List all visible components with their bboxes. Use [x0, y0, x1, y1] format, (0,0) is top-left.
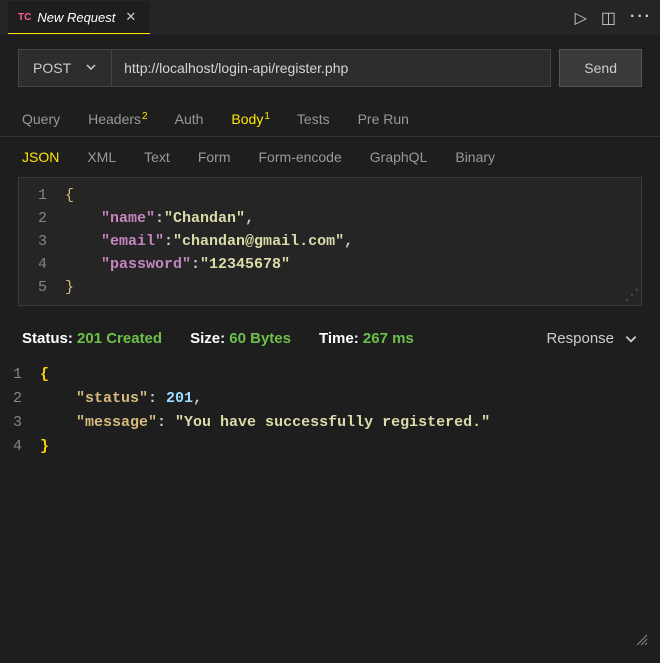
method-value: POST [33, 60, 71, 76]
tab-prerun[interactable]: Pre Run [358, 111, 409, 127]
tab-body[interactable]: Body1 [231, 111, 268, 127]
tab-bar: TC New Request ✕ ▷ ◫ ··· [0, 0, 660, 35]
split-icon[interactable]: ◫ [601, 8, 616, 28]
request-tabs: Query Headers2 Auth Body1 Tests Pre Run [0, 101, 660, 137]
format-graphql[interactable]: GraphQL [370, 149, 428, 165]
size-value: 60 Bytes [229, 330, 291, 347]
close-icon[interactable]: ✕ [121, 9, 140, 25]
tab-auth[interactable]: Auth [175, 111, 204, 127]
tab-headers[interactable]: Headers2 [88, 111, 146, 127]
method-select[interactable]: POST [18, 49, 111, 87]
time-value: 267 ms [363, 330, 414, 347]
tab-title: New Request [37, 10, 115, 25]
run-icon[interactable]: ▷ [575, 8, 587, 28]
chevron-down-icon [624, 332, 638, 346]
response-body[interactable]: 1{ 2 "status": 201, 3 "message": "You ha… [0, 359, 660, 463]
tab-new-request[interactable]: TC New Request ✕ [8, 1, 150, 34]
chevron-down-icon [85, 60, 97, 76]
status-value: 201 Created [77, 330, 162, 347]
request-row: POST Send [0, 35, 660, 101]
title-actions: ▷ ◫ ··· [575, 8, 652, 28]
send-button[interactable]: Send [559, 49, 642, 87]
time-label: Time: 267 ms [319, 330, 414, 347]
body-format-tabs: JSON XML Text Form Form-encode GraphQL B… [0, 137, 660, 177]
size-label: Size: 60 Bytes [190, 330, 291, 347]
format-json[interactable]: JSON [22, 149, 59, 165]
format-formenc[interactable]: Form-encode [259, 149, 342, 165]
status-label: Status: 201 Created [22, 330, 162, 347]
window-resize-icon[interactable] [632, 630, 648, 651]
tab-query[interactable]: Query [22, 111, 60, 127]
status-bar: Status: 201 Created Size: 60 Bytes Time:… [0, 318, 660, 359]
tc-icon: TC [18, 12, 31, 23]
resize-handle-icon[interactable]: ⋰ [625, 286, 639, 303]
tab-tests[interactable]: Tests [297, 111, 330, 127]
url-input[interactable] [111, 49, 551, 87]
more-icon[interactable]: ··· [630, 8, 652, 28]
request-body-editor[interactable]: 1{ 2 "name":"Chandan", 3 "email":"chanda… [18, 177, 642, 306]
format-form[interactable]: Form [198, 149, 231, 165]
format-text[interactable]: Text [144, 149, 170, 165]
response-dropdown[interactable]: Response [546, 330, 638, 347]
format-binary[interactable]: Binary [455, 149, 495, 165]
format-xml[interactable]: XML [87, 149, 116, 165]
